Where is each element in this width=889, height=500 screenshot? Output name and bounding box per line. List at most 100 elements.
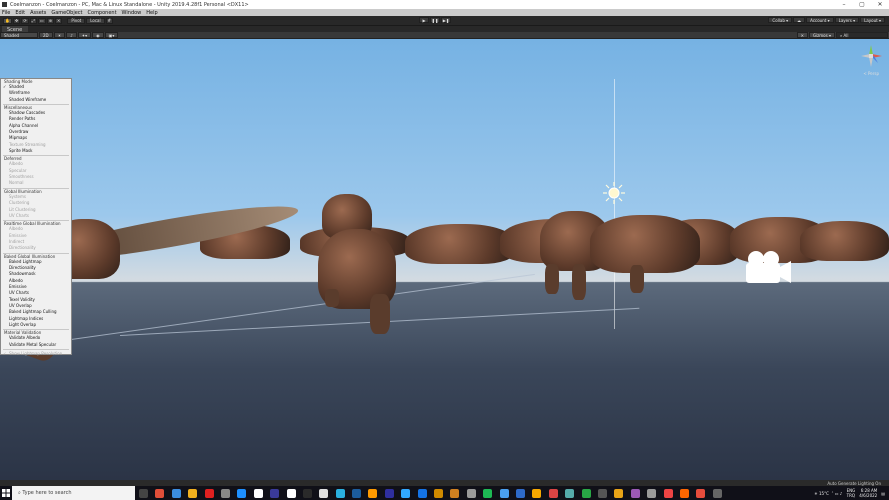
draw-mode-item[interactable]: Validate Metal Specular bbox=[1, 342, 71, 348]
taskbar-app-icon[interactable] bbox=[532, 488, 542, 498]
hand-tool-button[interactable]: ✋ bbox=[3, 17, 12, 24]
taskbar-app-icon[interactable] bbox=[253, 488, 263, 498]
taskbar-app-icon[interactable] bbox=[434, 488, 444, 498]
collab-dropdown[interactable]: Collab ▾ bbox=[768, 17, 793, 23]
menu-component[interactable]: Component bbox=[88, 10, 117, 16]
taskbar-app-icon[interactable] bbox=[319, 488, 329, 498]
rotate-tool-button[interactable]: ⟳ bbox=[21, 17, 29, 24]
taskbar-app-icon[interactable] bbox=[597, 488, 607, 498]
taskbar-app-icon[interactable] bbox=[679, 488, 689, 498]
custom-tool-button[interactable]: ✕ bbox=[55, 17, 63, 24]
scene-search-input[interactable]: ⌕ All bbox=[836, 32, 888, 38]
tools-icon[interactable]: ✕ bbox=[796, 32, 808, 38]
menu-file[interactable]: File bbox=[2, 10, 10, 16]
step-button[interactable]: ▶❚ bbox=[441, 17, 451, 23]
draw-mode-item[interactable]: Shaded Wireframe bbox=[1, 97, 71, 103]
volume-icon[interactable]: ♪ bbox=[840, 491, 843, 496]
transform-tool-button[interactable]: ⊕ bbox=[46, 17, 55, 24]
taskbar-app-icon[interactable] bbox=[286, 488, 296, 498]
taskbar-app-icon[interactable] bbox=[171, 488, 181, 498]
start-button[interactable] bbox=[0, 486, 12, 500]
taskbar-app-icon[interactable] bbox=[630, 488, 640, 498]
snap-grid-icon[interactable]: # bbox=[105, 17, 113, 24]
scale-tool-button[interactable]: ⤢ bbox=[29, 17, 37, 24]
taskbar-app-icon[interactable] bbox=[663, 488, 673, 498]
taskbar-app-icon[interactable] bbox=[499, 488, 509, 498]
taskbar-app-icon[interactable] bbox=[401, 488, 411, 498]
weather-icon[interactable]: ☀ bbox=[814, 491, 818, 496]
scene-view[interactable]: < Persp Shading Mode ✓ Shaded Wireframe Shad… bbox=[0, 39, 889, 480]
menu-help[interactable]: Help bbox=[146, 10, 157, 16]
taskbar-app-icon[interactable] bbox=[466, 488, 476, 498]
directional-light-icon[interactable] bbox=[603, 182, 625, 204]
draw-mode-dropdown[interactable]: Shaded bbox=[0, 32, 38, 38]
layers-dropdown[interactable]: Layers ▾ bbox=[834, 17, 860, 23]
taskbar-app-icon[interactable] bbox=[515, 488, 525, 498]
dinosaur-model[interactable] bbox=[405, 224, 515, 264]
draw-mode-item[interactable]: Light Overlap bbox=[1, 322, 71, 328]
taskbar-app-icon[interactable] bbox=[647, 488, 657, 498]
taskbar-app-icon[interactable] bbox=[384, 488, 394, 498]
taskbar-app-icon[interactable] bbox=[548, 488, 558, 498]
network-icon[interactable]: ▭ bbox=[835, 491, 839, 496]
taskbar-app-icon[interactable] bbox=[581, 488, 591, 498]
draw-mode-item-label: Texture Streaming bbox=[9, 141, 46, 147]
2d-toggle[interactable]: 2D bbox=[39, 32, 53, 38]
layout-dropdown[interactable]: Layout ▾ bbox=[860, 17, 885, 23]
taskbar-app-icon[interactable] bbox=[368, 488, 378, 498]
taskbar-app-icon[interactable] bbox=[450, 488, 460, 498]
taskbar-app-icon[interactable] bbox=[565, 488, 575, 498]
taskbar-app-icon[interactable] bbox=[302, 488, 312, 498]
dinosaur-model[interactable] bbox=[800, 221, 889, 261]
play-button[interactable]: ▶ bbox=[419, 17, 429, 23]
local-toggle[interactable]: Local bbox=[86, 17, 105, 24]
perspective-label[interactable]: < Persp bbox=[863, 71, 879, 76]
account-dropdown[interactable]: Account ▾ bbox=[806, 17, 834, 23]
show-lightmap-resolution-label: Show Lightmap Resolution bbox=[9, 351, 63, 357]
minimize-button[interactable]: – bbox=[835, 0, 853, 9]
effects-dropdown-icon[interactable]: ✦▾ bbox=[77, 32, 92, 38]
menu-gameobject[interactable]: GameObject bbox=[51, 10, 82, 16]
taskbar-app-icon[interactable] bbox=[352, 488, 362, 498]
lighting-toggle-icon[interactable]: ☀ bbox=[53, 32, 66, 38]
taskbar-app-icon[interactable] bbox=[270, 488, 280, 498]
close-button[interactable]: ✕ bbox=[871, 0, 889, 9]
camera-gizmo-icon[interactable] bbox=[744, 249, 792, 285]
taskbar-app-icon[interactable] bbox=[155, 488, 165, 498]
taskbar-app-icon[interactable] bbox=[614, 488, 624, 498]
taskbar-app-icon[interactable] bbox=[483, 488, 493, 498]
pause-button[interactable]: ❚❚ bbox=[430, 17, 440, 23]
show-lightmap-resolution-toggle[interactable]: ✓ Show Lightmap Resolution bbox=[1, 351, 71, 357]
taskbar-app-icon[interactable] bbox=[335, 488, 345, 498]
tray-chevron-icon[interactable]: ˄ bbox=[831, 491, 833, 496]
draw-mode-item[interactable]: Sprite Mask bbox=[1, 148, 71, 154]
taskbar-clock[interactable]: 6:28 AM 4/6/2022 bbox=[859, 488, 877, 498]
rect-tool-button[interactable]: ▭ bbox=[37, 17, 46, 24]
camera-settings-icon[interactable]: ▣▾ bbox=[104, 32, 119, 38]
taskbar-app-icon[interactable] bbox=[204, 488, 214, 498]
orientation-gizmo[interactable] bbox=[858, 43, 884, 69]
pivot-toggle[interactable]: Pivot bbox=[67, 17, 86, 24]
taskbar-app-icon[interactable] bbox=[220, 488, 230, 498]
taskbar-app-icon[interactable] bbox=[417, 488, 427, 498]
taskbar-app-icon[interactable] bbox=[712, 488, 722, 498]
move-tool-button[interactable]: ✥ bbox=[12, 17, 21, 24]
menu-edit[interactable]: Edit bbox=[15, 10, 25, 16]
taskbar-app-icon[interactable] bbox=[237, 488, 247, 498]
taskbar-app-icon[interactable] bbox=[696, 488, 706, 498]
taskbar-app-icon[interactable] bbox=[139, 488, 148, 498]
maximize-button[interactable]: ▢ bbox=[853, 0, 871, 9]
menu-assets[interactable]: Assets bbox=[30, 10, 46, 16]
audio-toggle-icon[interactable]: ♪ bbox=[66, 32, 77, 38]
cloud-icon[interactable]: ☁ bbox=[793, 17, 806, 23]
language-indicator[interactable]: ENG TRQ bbox=[847, 488, 856, 498]
gizmos-dropdown[interactable]: Gizmos ▾ bbox=[808, 32, 835, 38]
taskbar-search-input[interactable]: ⌕ Type here to search bbox=[12, 486, 135, 500]
draw-mode-item-label: Directionality bbox=[9, 245, 36, 251]
notifications-icon[interactable]: ▤ bbox=[881, 491, 885, 496]
weather-temp[interactable]: 15°C bbox=[819, 491, 829, 496]
dinosaur-model[interactable] bbox=[590, 215, 700, 273]
menu-window[interactable]: Window bbox=[122, 10, 142, 16]
taskbar-app-icon[interactable] bbox=[188, 488, 198, 498]
hidden-objects-icon[interactable]: ◉ bbox=[92, 32, 104, 38]
